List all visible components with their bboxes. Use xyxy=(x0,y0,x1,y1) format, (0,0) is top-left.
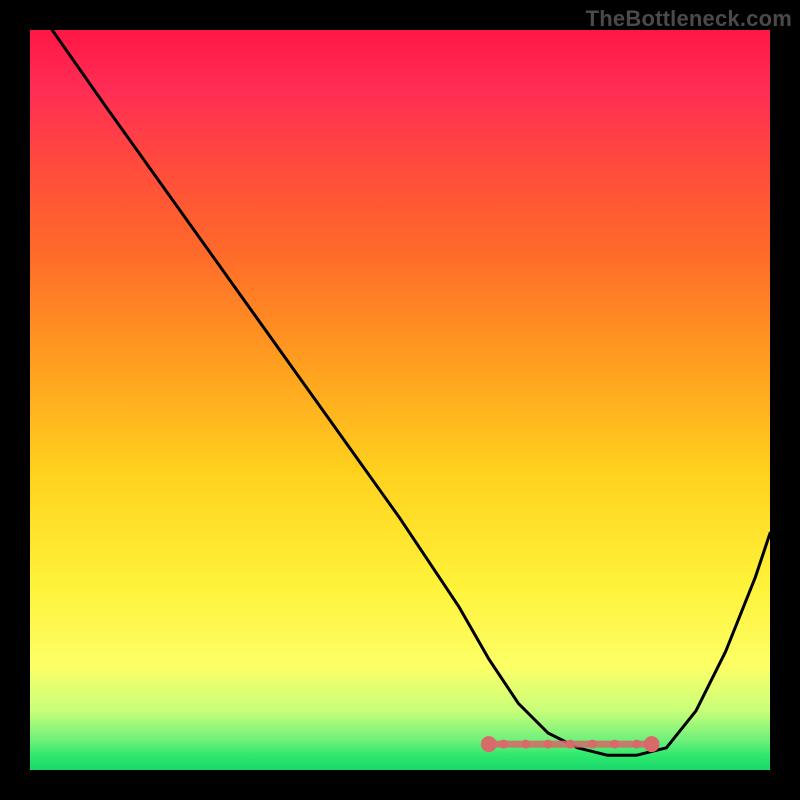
chart-frame xyxy=(30,30,770,770)
range-dot xyxy=(544,740,553,749)
chart-svg xyxy=(30,30,770,770)
plot-area xyxy=(30,30,770,770)
watermark-text: TheBottleneck.com xyxy=(586,6,792,32)
bottleneck-curve xyxy=(52,30,770,755)
range-end-knob xyxy=(644,736,660,752)
range-dot xyxy=(566,740,575,749)
range-dot xyxy=(632,740,641,749)
range-dot xyxy=(610,740,619,749)
range-dot xyxy=(499,740,508,749)
range-dot xyxy=(521,740,530,749)
range-start-knob xyxy=(481,736,497,752)
range-dot xyxy=(588,740,597,749)
